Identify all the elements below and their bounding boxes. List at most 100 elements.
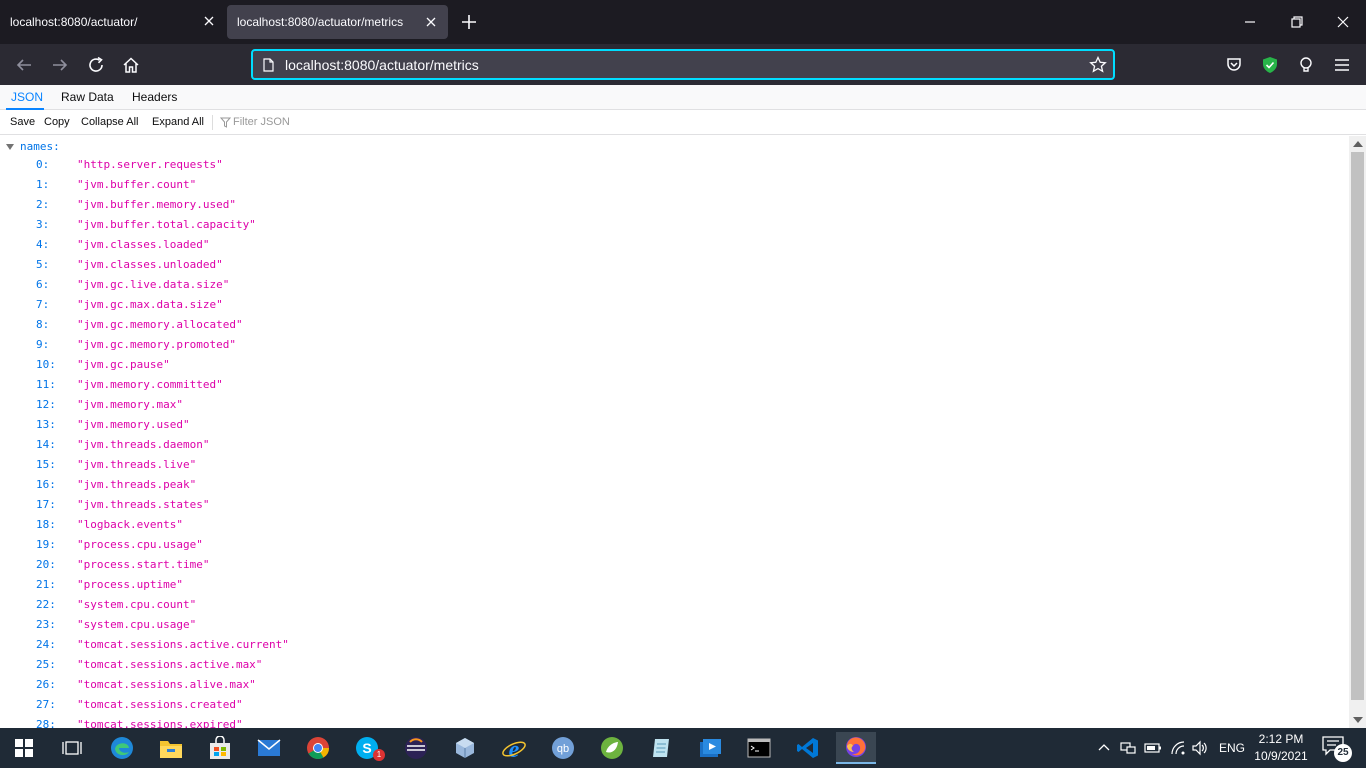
json-row[interactable]: 25: "tomcat.sessions.active.max" — [0, 655, 1349, 675]
json-value[interactable]: "jvm.memory.committed" — [77, 375, 223, 395]
wifi-icon[interactable] — [1170, 740, 1186, 756]
vscode-icon[interactable] — [788, 732, 828, 764]
volume-icon[interactable] — [1192, 740, 1208, 756]
filter-json-input[interactable]: Filter JSON — [219, 110, 290, 135]
close-window-icon[interactable] — [1335, 14, 1351, 30]
json-value[interactable]: "http.server.requests" — [77, 155, 223, 175]
scroll-down-arrow-icon[interactable] — [1353, 717, 1363, 723]
json-row[interactable]: 1: "jvm.buffer.count" — [0, 175, 1349, 195]
terminal-icon[interactable] — [739, 732, 779, 764]
scrollbar-thumb[interactable] — [1351, 152, 1364, 700]
json-row[interactable]: 13: "jvm.memory.used" — [0, 415, 1349, 435]
json-row[interactable]: 21: "process.uptime" — [0, 575, 1349, 595]
json-value[interactable]: "jvm.gc.live.data.size" — [77, 275, 229, 295]
json-value[interactable]: "jvm.threads.daemon" — [77, 435, 209, 455]
save-button[interactable]: Save — [10, 110, 35, 135]
json-row[interactable]: 3: "jvm.buffer.total.capacity" — [0, 215, 1349, 235]
notification-center[interactable]: 25 — [1322, 736, 1352, 762]
skype-icon[interactable]: S 1 — [347, 732, 387, 764]
json-row[interactable]: 26: "tomcat.sessions.alive.max" — [0, 675, 1349, 695]
json-row[interactable]: 12: "jvm.memory.max" — [0, 395, 1349, 415]
clock[interactable]: 2:12 PM 10/9/2021 — [1248, 731, 1314, 765]
task-view-icon[interactable] — [52, 732, 92, 764]
json-value[interactable]: "jvm.memory.used" — [77, 415, 190, 435]
json-value[interactable]: "jvm.threads.states" — [77, 495, 209, 515]
json-value[interactable]: "process.cpu.usage" — [77, 535, 203, 555]
json-value[interactable]: "tomcat.sessions.active.max" — [77, 655, 262, 675]
json-row[interactable]: 24: "tomcat.sessions.active.current" — [0, 635, 1349, 655]
internet-explorer-icon[interactable]: e — [494, 732, 534, 764]
json-row[interactable]: 17: "jvm.threads.states" — [0, 495, 1349, 515]
shield-extension-icon[interactable] — [1261, 56, 1279, 74]
json-value[interactable]: "system.cpu.count" — [77, 595, 196, 615]
json-row[interactable]: 5: "jvm.classes.unloaded" — [0, 255, 1349, 275]
json-value[interactable]: "process.uptime" — [77, 575, 183, 595]
json-row[interactable]: 2: "jvm.buffer.memory.used" — [0, 195, 1349, 215]
new-tab-icon[interactable] — [460, 13, 478, 31]
store-icon[interactable] — [200, 732, 240, 764]
vertical-scrollbar[interactable] — [1349, 136, 1366, 728]
json-row[interactable]: 8: "jvm.gc.memory.allocated" — [0, 315, 1349, 335]
json-value[interactable]: "tomcat.sessions.alive.max" — [77, 675, 256, 695]
spring-tools-icon[interactable] — [592, 732, 632, 764]
json-value[interactable]: "jvm.threads.live" — [77, 455, 196, 475]
json-row[interactable]: 27: "tomcat.sessions.created" — [0, 695, 1349, 715]
json-value[interactable]: "tomcat.sessions.active.current" — [77, 635, 289, 655]
virtualbox-icon[interactable] — [445, 732, 485, 764]
restore-icon[interactable] — [1289, 14, 1305, 30]
chrome-icon[interactable] — [298, 732, 338, 764]
json-row[interactable]: 20: "process.start.time" — [0, 555, 1349, 575]
url-text[interactable]: localhost:8080/actuator/metrics — [285, 57, 479, 73]
url-bar[interactable]: localhost:8080/actuator/metrics — [251, 49, 1115, 80]
network-icon[interactable] — [1120, 740, 1136, 756]
json-row[interactable]: 11: "jvm.memory.committed" — [0, 375, 1349, 395]
back-icon[interactable] — [15, 56, 33, 74]
windows-start-icon[interactable] — [4, 732, 44, 764]
collapse-all-button[interactable]: Collapse All — [81, 110, 138, 135]
tab-json[interactable]: JSON — [6, 85, 44, 110]
notepad-icon[interactable] — [641, 732, 681, 764]
json-row[interactable]: 19: "process.cpu.usage" — [0, 535, 1349, 555]
close-tab-icon[interactable] — [424, 15, 438, 29]
chevron-up-icon[interactable] — [1098, 742, 1110, 754]
json-row[interactable]: 9: "jvm.gc.memory.promoted" — [0, 335, 1349, 355]
scroll-up-arrow-icon[interactable] — [1353, 141, 1363, 147]
json-value[interactable]: "jvm.buffer.total.capacity" — [77, 215, 256, 235]
json-row[interactable]: 28: "tomcat.sessions.expired" — [0, 715, 1349, 728]
expand-all-button[interactable]: Expand All — [152, 110, 204, 135]
media-player-icon[interactable] — [690, 732, 730, 764]
firefox-icon[interactable] — [836, 732, 876, 764]
file-explorer-icon[interactable] — [151, 732, 191, 764]
json-value[interactable]: "jvm.classes.unloaded" — [77, 255, 223, 275]
tab-metrics[interactable]: localhost:8080/actuator/metrics — [227, 5, 448, 39]
expand-twisty-icon[interactable] — [6, 144, 14, 150]
json-value[interactable]: "jvm.classes.loaded" — [77, 235, 209, 255]
json-value[interactable]: "jvm.gc.memory.promoted" — [77, 335, 236, 355]
eclipse-icon[interactable] — [396, 732, 436, 764]
close-tab-icon[interactable] — [202, 14, 216, 28]
json-value[interactable]: "logback.events" — [77, 515, 183, 535]
qbittorrent-icon[interactable]: qb — [543, 732, 583, 764]
bookmark-star-icon[interactable] — [1089, 56, 1107, 74]
tab-headers[interactable]: Headers — [132, 85, 177, 110]
json-value[interactable]: "jvm.memory.max" — [77, 395, 183, 415]
mail-icon[interactable] — [249, 732, 289, 764]
json-value[interactable]: "jvm.buffer.memory.used" — [77, 195, 236, 215]
json-value[interactable]: "tomcat.sessions.expired" — [77, 715, 243, 728]
json-value[interactable]: "system.cpu.usage" — [77, 615, 196, 635]
json-value[interactable]: "tomcat.sessions.created" — [77, 695, 243, 715]
home-icon[interactable] — [122, 56, 140, 74]
copy-button[interactable]: Copy — [44, 110, 70, 135]
reload-icon[interactable] — [87, 56, 105, 74]
minimize-icon[interactable] — [1242, 14, 1258, 30]
tab-actuator[interactable]: localhost:8080/actuator/ — [0, 0, 226, 44]
json-row[interactable]: 10: "jvm.gc.pause" — [0, 355, 1349, 375]
json-value[interactable]: "jvm.buffer.count" — [77, 175, 196, 195]
json-row[interactable]: 18: "logback.events" — [0, 515, 1349, 535]
lightbulb-extension-icon[interactable] — [1297, 56, 1315, 74]
json-row[interactable]: 4: "jvm.classes.loaded" — [0, 235, 1349, 255]
pocket-icon[interactable] — [1225, 56, 1243, 74]
forward-icon[interactable] — [51, 56, 69, 74]
json-value[interactable]: "process.start.time" — [77, 555, 209, 575]
json-row[interactable]: 0: "http.server.requests" — [0, 155, 1349, 175]
